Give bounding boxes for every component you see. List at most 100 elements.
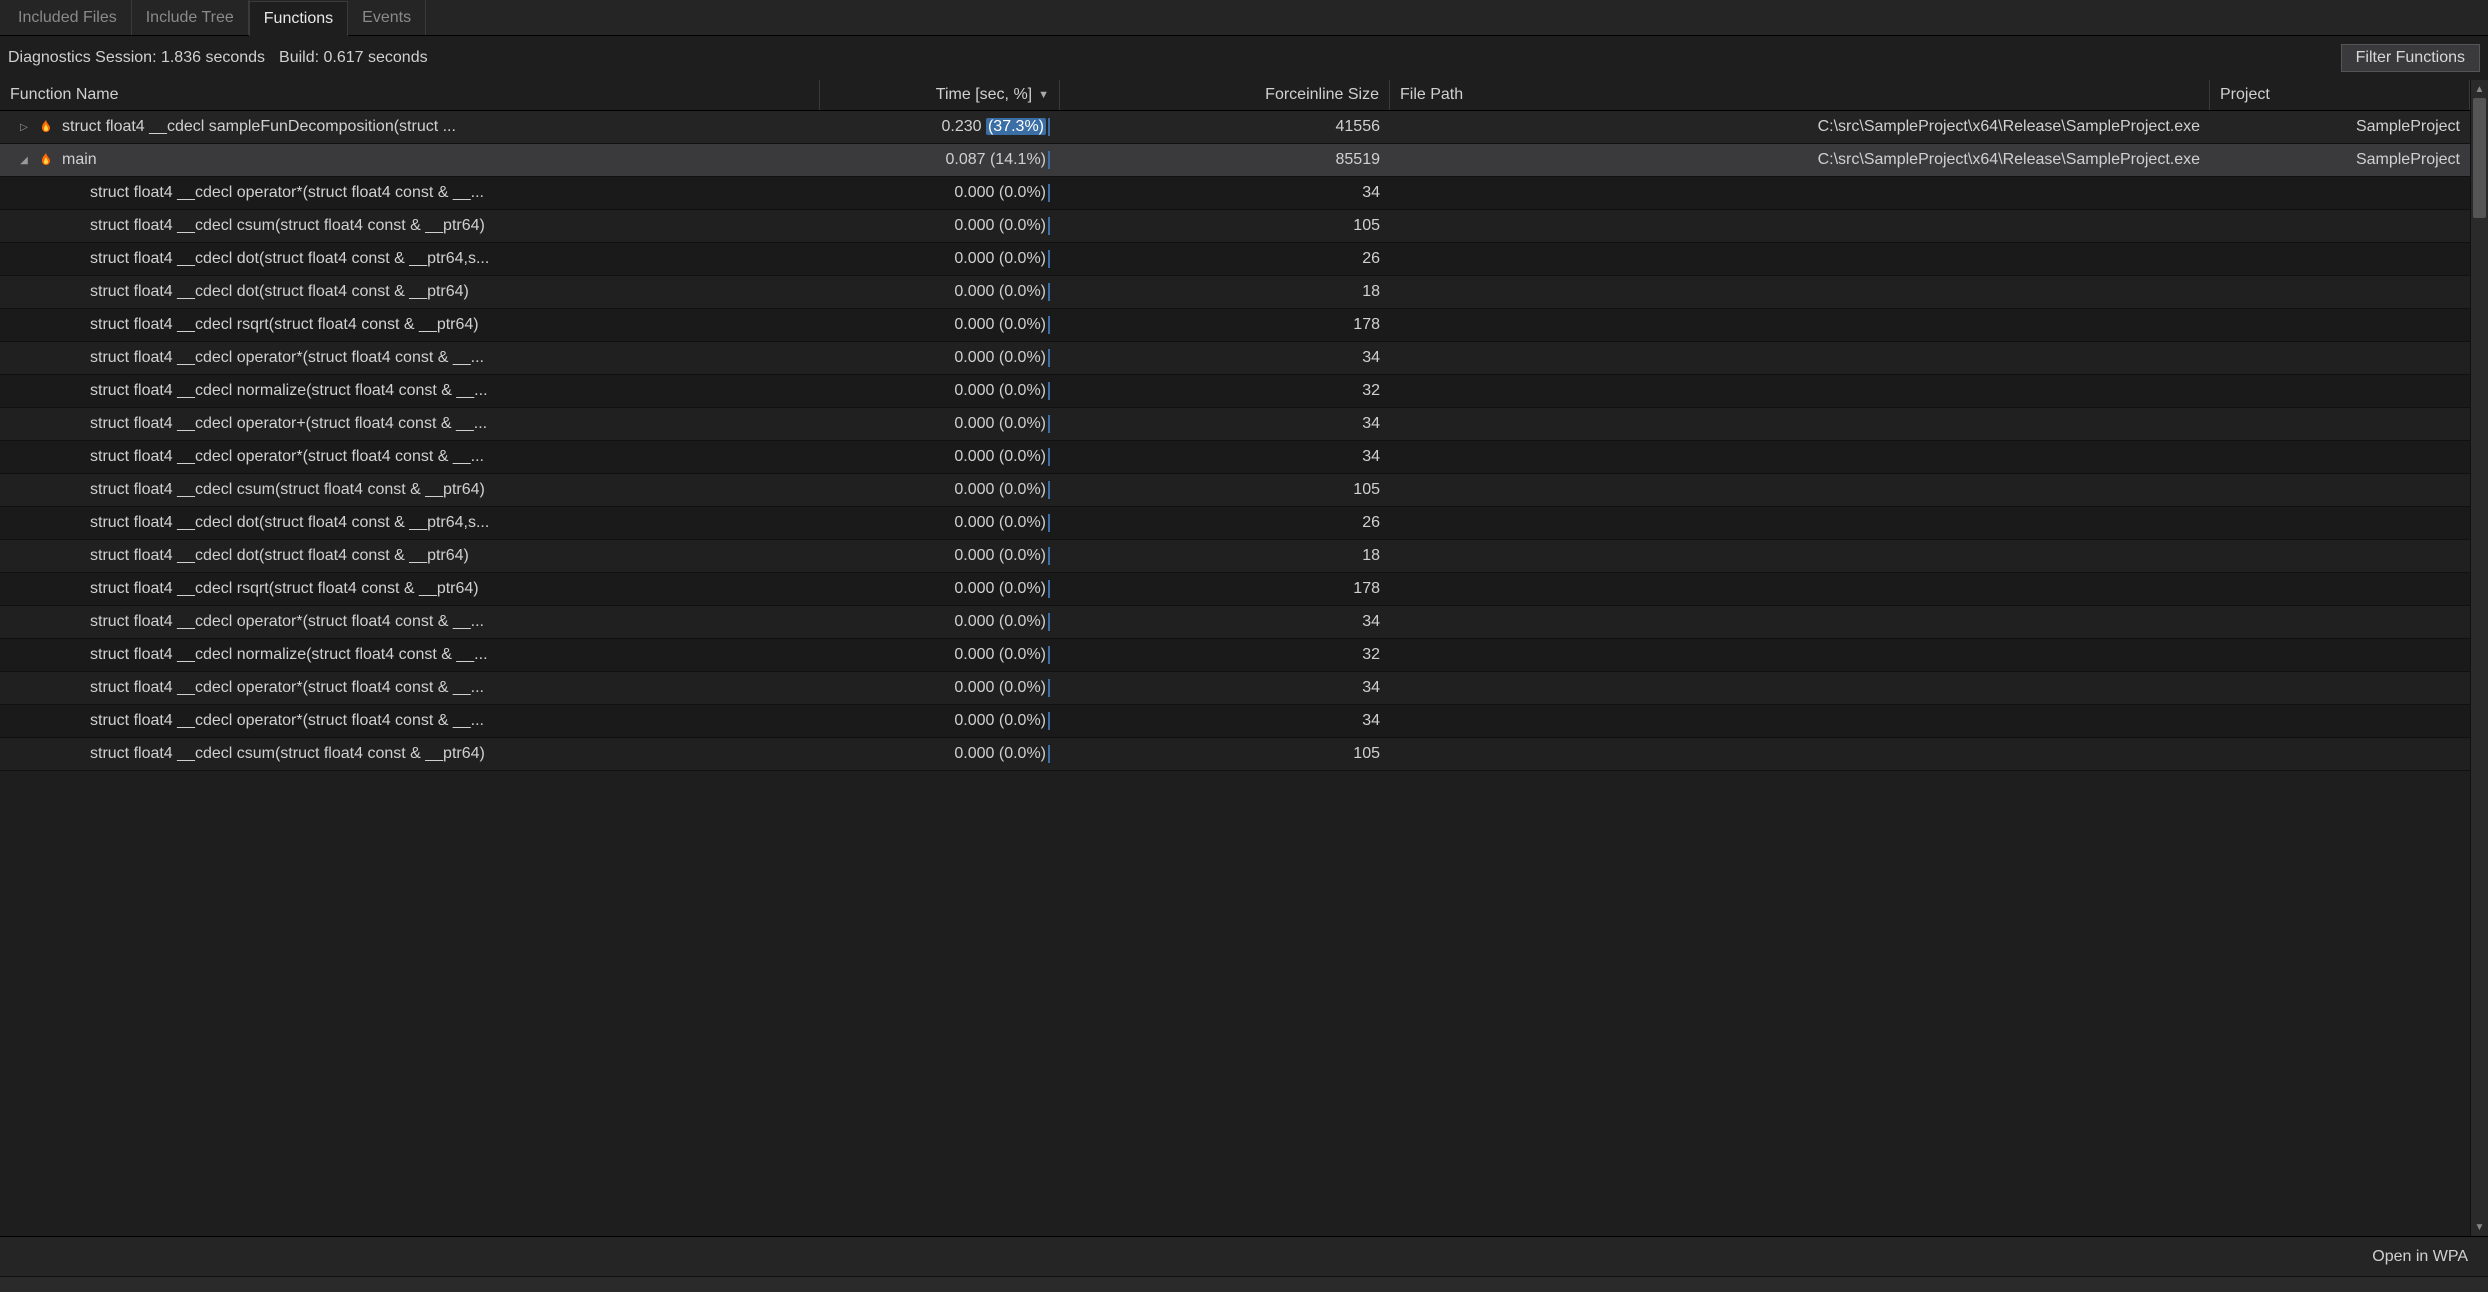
session-label: Diagnostics Session: 1.836 seconds (8, 49, 265, 67)
cell-function-name: struct float4 __cdecl operator+(struct f… (0, 415, 820, 433)
function-name-text: struct float4 __cdecl operator+(struct f… (90, 415, 487, 433)
bottom-strip (0, 1276, 2488, 1292)
table-row[interactable]: struct float4 __cdecl rsqrt(struct float… (0, 309, 2470, 342)
cell-time: 0.000 (0.0%) (820, 283, 1060, 301)
footer-bar: Open in WPA (0, 1236, 2488, 1276)
cell-function-name: struct float4 __cdecl dot(struct float4 … (0, 283, 820, 301)
cell-function-name: struct float4 __cdecl operator*(struct f… (0, 679, 820, 697)
header-function-name[interactable]: Function Name (0, 80, 820, 110)
cell-time: 0.000 (0.0%) (820, 679, 1060, 697)
cell-size: 34 (1060, 349, 1390, 367)
cell-function-name: struct float4 __cdecl normalize(struct f… (0, 382, 820, 400)
scroll-down-icon[interactable]: ▼ (2471, 1218, 2488, 1236)
table-row[interactable]: struct float4 __cdecl operator+(struct f… (0, 408, 2470, 441)
cell-project: SampleProject (2210, 151, 2470, 169)
cell-time: 0.000 (0.0%) (820, 250, 1060, 268)
table-row[interactable]: struct float4 __cdecl csum(struct float4… (0, 474, 2470, 507)
cell-size: 26 (1060, 514, 1390, 532)
function-name-text: struct float4 __cdecl sampleFunDecomposi… (62, 118, 456, 136)
tab-bar: Included Files Include Tree Functions Ev… (0, 0, 2488, 36)
header-forceinline-size[interactable]: Forceinline Size (1060, 80, 1390, 110)
function-name-text: struct float4 __cdecl csum(struct float4… (90, 481, 485, 499)
cell-size: 105 (1060, 217, 1390, 235)
cell-function-name: struct float4 __cdecl operator*(struct f… (0, 349, 820, 367)
cell-function-name: struct float4 __cdecl dot(struct float4 … (0, 547, 820, 565)
cell-size: 105 (1060, 481, 1390, 499)
header-file-path[interactable]: File Path (1390, 80, 2210, 110)
tab-events[interactable]: Events (348, 0, 426, 35)
cell-function-name: struct float4 __cdecl operator*(struct f… (0, 712, 820, 730)
filter-functions-button[interactable]: Filter Functions (2341, 44, 2480, 72)
function-name-text: struct float4 __cdecl operator*(struct f… (90, 679, 484, 697)
cell-function-name: struct float4 __cdecl operator*(struct f… (0, 613, 820, 631)
open-in-wpa-link[interactable]: Open in WPA (2372, 1248, 2468, 1266)
tab-included-files[interactable]: Included Files (4, 0, 132, 35)
cell-time: 0.000 (0.0%) (820, 646, 1060, 664)
cell-time: 0.000 (0.0%) (820, 514, 1060, 532)
function-name-text: struct float4 __cdecl rsqrt(struct float… (90, 580, 479, 598)
cell-size: 34 (1060, 712, 1390, 730)
table-row[interactable]: struct float4 __cdecl normalize(struct f… (0, 375, 2470, 408)
cell-size: 41556 (1060, 118, 1390, 136)
cell-size: 18 (1060, 283, 1390, 301)
cell-function-name: ◢main (0, 151, 820, 169)
cell-size: 34 (1060, 679, 1390, 697)
cell-size: 34 (1060, 448, 1390, 466)
function-name-text: struct float4 __cdecl operator*(struct f… (90, 613, 484, 631)
table-row[interactable]: struct float4 __cdecl operator*(struct f… (0, 177, 2470, 210)
cell-size: 85519 (1060, 151, 1390, 169)
function-name-text: struct float4 __cdecl operator*(struct f… (90, 448, 484, 466)
cell-function-name: struct float4 __cdecl csum(struct float4… (0, 745, 820, 763)
table-row[interactable]: struct float4 __cdecl csum(struct float4… (0, 210, 2470, 243)
cell-function-name: struct float4 __cdecl operator*(struct f… (0, 184, 820, 202)
vertical-scrollbar[interactable]: ▲ ▼ (2470, 80, 2488, 1236)
table-row[interactable]: struct float4 __cdecl operator*(struct f… (0, 705, 2470, 738)
table-row[interactable]: ◢main0.087 (14.1%)85519C:\src\SampleProj… (0, 144, 2470, 177)
tab-include-tree[interactable]: Include Tree (132, 0, 249, 35)
cell-function-name: struct float4 __cdecl normalize(struct f… (0, 646, 820, 664)
cell-time: 0.000 (0.0%) (820, 184, 1060, 202)
header-time-label: Time [sec, %] (936, 86, 1032, 104)
expand-icon[interactable]: ▷ (18, 122, 30, 133)
cell-time: 0.230 (37.3%) (820, 118, 1060, 136)
sort-descending-icon: ▼ (1038, 89, 1049, 101)
cell-function-name: struct float4 __cdecl rsqrt(struct float… (0, 316, 820, 334)
table-row[interactable]: struct float4 __cdecl operator*(struct f… (0, 342, 2470, 375)
table-row[interactable]: struct float4 __cdecl operator*(struct f… (0, 672, 2470, 705)
table-row[interactable]: struct float4 __cdecl rsqrt(struct float… (0, 573, 2470, 606)
scroll-thumb[interactable] (2473, 98, 2486, 218)
cell-size: 18 (1060, 547, 1390, 565)
cell-size: 34 (1060, 184, 1390, 202)
function-name-text: struct float4 __cdecl csum(struct float4… (90, 217, 485, 235)
cell-function-name: struct float4 __cdecl dot(struct float4 … (0, 250, 820, 268)
table-row[interactable]: struct float4 __cdecl dot(struct float4 … (0, 243, 2470, 276)
build-label: Build: 0.617 seconds (279, 49, 428, 67)
table-row[interactable]: ▷ struct float4 __cdecl sampleFunDecompos… (0, 111, 2470, 144)
cell-function-name: struct float4 __cdecl csum(struct float4… (0, 217, 820, 235)
collapse-icon[interactable]: ◢ (18, 155, 30, 166)
cell-time: 0.000 (0.0%) (820, 415, 1060, 433)
cell-time: 0.000 (0.0%) (820, 547, 1060, 565)
function-name-text: struct float4 __cdecl operator*(struct f… (90, 712, 484, 730)
table-row[interactable]: struct float4 __cdecl dot(struct float4 … (0, 276, 2470, 309)
scroll-up-icon[interactable]: ▲ (2471, 80, 2488, 98)
function-name-text: struct float4 __cdecl operator*(struct f… (90, 184, 484, 202)
header-project[interactable]: Project (2210, 80, 2470, 110)
cell-size: 26 (1060, 250, 1390, 268)
cell-time: 0.000 (0.0%) (820, 316, 1060, 334)
cell-function-name: ▷ struct float4 __cdecl sampleFunDecompos… (0, 118, 820, 136)
cell-project: SampleProject (2210, 118, 2470, 136)
table-row[interactable]: struct float4 __cdecl dot(struct float4 … (0, 540, 2470, 573)
cell-size: 105 (1060, 745, 1390, 763)
cell-size: 32 (1060, 646, 1390, 664)
flame-icon (38, 119, 54, 135)
tab-functions[interactable]: Functions (249, 1, 348, 36)
table-row[interactable]: struct float4 __cdecl dot(struct float4 … (0, 507, 2470, 540)
table-row[interactable]: struct float4 __cdecl normalize(struct f… (0, 639, 2470, 672)
table-row[interactable]: struct float4 __cdecl operator*(struct f… (0, 606, 2470, 639)
cell-time: 0.000 (0.0%) (820, 382, 1060, 400)
table-row[interactable]: struct float4 __cdecl operator*(struct f… (0, 441, 2470, 474)
table-row[interactable]: struct float4 __cdecl csum(struct float4… (0, 738, 2470, 771)
cell-time: 0.000 (0.0%) (820, 349, 1060, 367)
header-time[interactable]: Time [sec, %] ▼ (820, 80, 1060, 110)
